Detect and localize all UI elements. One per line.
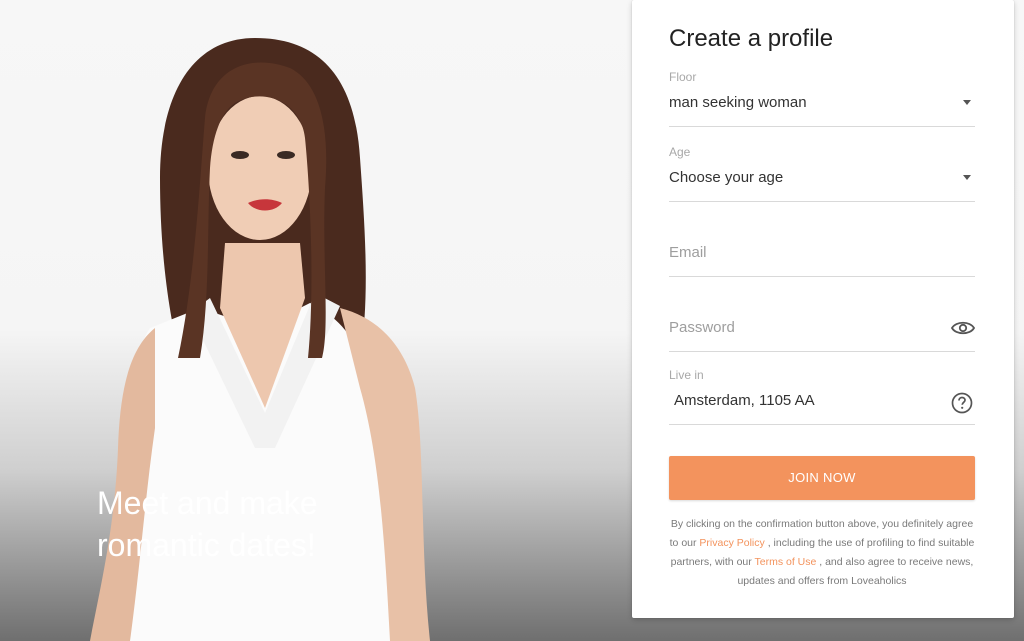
eye-icon[interactable] [951,319,975,337]
signup-panel: Create a profile Floor man seeking woman… [632,0,1014,618]
floor-select[interactable]: Floor man seeking woman [669,70,975,127]
floor-label: Floor [669,70,697,84]
hero-tagline-line1: Meet and make [97,485,318,521]
privacy-policy-link[interactable]: Privacy Policy [699,537,764,549]
age-select[interactable]: Age Choose your age [669,145,975,202]
join-now-button[interactable]: JOIN NOW [669,456,975,500]
email-field[interactable]: Email [669,220,975,277]
terms-of-use-link[interactable]: Terms of Use [754,556,816,568]
legal-text: By clicking on the confirmation button a… [666,515,978,591]
question-circle-icon[interactable] [951,392,973,414]
live-in-field[interactable]: Live in Amsterdam, 1105 AA [669,368,975,425]
email-placeholder: Email [669,244,707,261]
password-field[interactable]: Password [669,295,975,352]
form-title: Create a profile [669,25,834,52]
live-in-label: Live in [669,368,704,382]
age-value: Choose your age [669,169,784,186]
hero-tagline-line2: romantic dates! [97,527,316,563]
live-in-value: Amsterdam, 1105 AA [674,392,815,409]
floor-value: man seeking woman [669,94,807,111]
chevron-down-icon[interactable] [963,100,971,105]
password-placeholder: Password [669,319,735,336]
age-label: Age [669,145,691,159]
hero-tagline: Meet and make romantic dates! [97,482,437,566]
chevron-down-icon[interactable] [963,175,971,180]
